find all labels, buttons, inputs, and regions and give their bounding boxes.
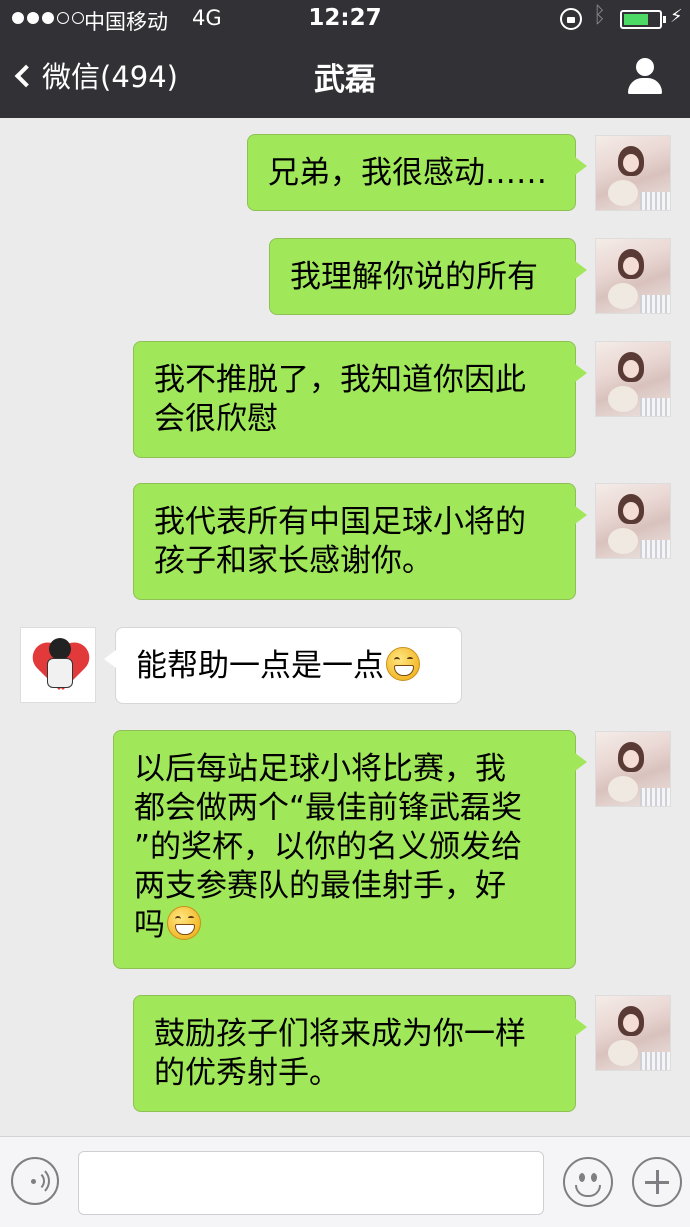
message-bubble-outgoing[interactable]: 以后每站足球小将比赛，我 都会做两个“最佳前锋武磊奖 ”的奖杯，以你的名义颁发给…: [113, 730, 587, 969]
message-text: 鼓励孩子们将来成为你一样: [154, 1016, 526, 1052]
message-bubble-outgoing[interactable]: 兄弟，我很感动……: [247, 134, 587, 211]
message-bubble-outgoing[interactable]: 我理解你说的所有: [269, 238, 587, 315]
battery-icon: [620, 10, 666, 29]
bluetooth-icon: ᛒ: [593, 3, 607, 28]
battery-level: [624, 14, 648, 25]
contact-avatar[interactable]: [20, 627, 96, 703]
my-avatar[interactable]: [595, 135, 671, 211]
charging-bolt-icon: ⚡: [670, 6, 683, 27]
message-text: 会很欣慰: [154, 401, 278, 437]
message-text: 两支参赛队的最佳射手，好: [134, 868, 506, 904]
emoji-face-icon[interactable]: [563, 1157, 613, 1207]
top-bar: 中国移动 4G 12:27 ᛒ ⚡ 微信(494) 武磊: [0, 0, 690, 118]
message-text: 吗: [134, 907, 165, 943]
person-icon[interactable]: [626, 58, 664, 94]
message-text: 都会做两个“最佳前锋武磊奖: [134, 790, 523, 826]
status-time: 12:27: [308, 5, 382, 31]
voice-icon[interactable]: [11, 1157, 59, 1205]
status-bar: 中国移动 4G 12:27 ᛒ ⚡: [0, 0, 690, 40]
message-text: 以后每站足球小将比赛，我: [134, 751, 506, 787]
my-avatar[interactable]: [595, 995, 671, 1071]
message-text: ”的奖杯，以你的名义颁发给: [134, 829, 523, 865]
message-bubble-incoming[interactable]: 能帮助一点是一点: [104, 627, 462, 704]
input-bar: [0, 1136, 690, 1227]
my-avatar[interactable]: [595, 731, 671, 807]
message-bubble-outgoing[interactable]: 鼓励孩子们将来成为你一样 的优秀射手。: [133, 995, 587, 1112]
grin-emoji-icon: [167, 906, 201, 940]
my-avatar[interactable]: [595, 341, 671, 417]
my-avatar[interactable]: [595, 483, 671, 559]
message-text: 兄弟，我很感动……: [268, 155, 547, 191]
message-text: 能帮助一点是一点: [136, 648, 384, 684]
message-text: 孩子和家长感谢你。: [154, 543, 433, 579]
message-text: 我不推脱了，我知道你因此: [154, 362, 526, 398]
message-input[interactable]: [78, 1151, 544, 1215]
message-text: 我理解你说的所有: [290, 259, 538, 295]
message-bubble-outgoing[interactable]: 我不推脱了，我知道你因此 会很欣慰: [133, 341, 587, 458]
plus-icon[interactable]: [632, 1157, 682, 1207]
grin-emoji-icon: [386, 647, 420, 681]
chat-title: 武磊: [314, 62, 376, 98]
message-text: 我代表所有中国足球小将的: [154, 504, 526, 540]
orientation-lock-icon: [560, 8, 582, 30]
my-avatar[interactable]: [595, 238, 671, 314]
message-list[interactable]: 兄弟，我很感动…… 我理解你说的所有 我不推脱了，我知道你因此 会很欣慰 我代表…: [0, 118, 690, 1136]
message-text: 的优秀射手。: [154, 1055, 340, 1091]
message-bubble-outgoing[interactable]: 我代表所有中国足球小将的 孩子和家长感谢你。: [133, 483, 587, 600]
